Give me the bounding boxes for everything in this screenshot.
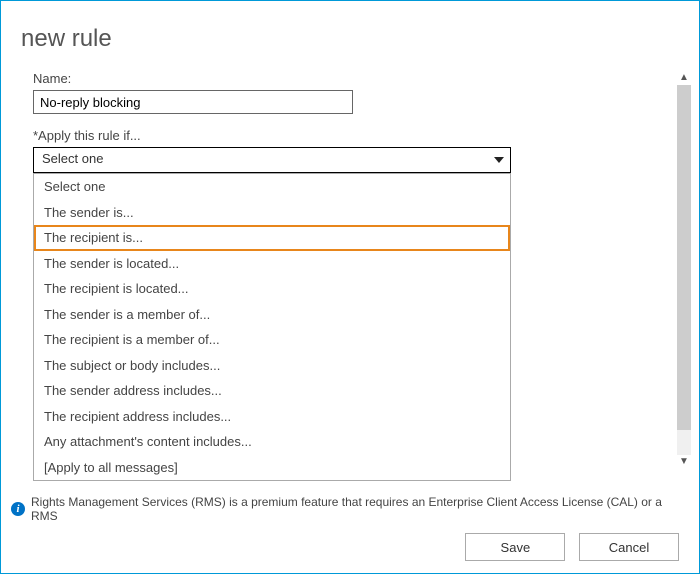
info-text: Rights Management Services (RMS) is a pr…	[31, 495, 689, 523]
page-title: new rule	[1, 1, 699, 63]
dropdown-item[interactable]: The recipient is a member of...	[34, 327, 510, 353]
dropdown-item[interactable]: The sender address includes...	[34, 378, 510, 404]
apply-rule-select[interactable]: Select one	[33, 147, 511, 173]
apply-rule-label: *Apply this rule if...	[33, 128, 677, 143]
save-button[interactable]: Save	[465, 533, 565, 561]
apply-rule-selected-value: Select one	[42, 151, 103, 166]
dropdown-item[interactable]: Select one	[34, 174, 510, 200]
dropdown-item[interactable]: The sender is...	[34, 200, 510, 226]
apply-rule-dropdown[interactable]: Select oneThe sender is...The recipient …	[33, 173, 511, 481]
dropdown-item[interactable]: The recipient is...	[34, 225, 510, 251]
dropdown-item[interactable]: [Apply to all messages]	[34, 455, 510, 481]
dropdown-item[interactable]: The sender is a member of...	[34, 302, 510, 328]
cancel-button[interactable]: Cancel	[579, 533, 679, 561]
dropdown-item[interactable]: The recipient is located...	[34, 276, 510, 302]
chevron-down-icon	[494, 157, 504, 163]
name-label: Name:	[33, 71, 677, 86]
dropdown-item[interactable]: The sender is located...	[34, 251, 510, 277]
info-bar: i Rights Management Services (RMS) is a …	[11, 495, 689, 523]
name-input[interactable]	[33, 90, 353, 114]
dropdown-item[interactable]: Any attachment's content includes...	[34, 429, 510, 455]
dropdown-item[interactable]: The recipient address includes...	[34, 404, 510, 430]
info-icon: i	[11, 502, 25, 516]
dropdown-item[interactable]: The subject or body includes...	[34, 353, 510, 379]
